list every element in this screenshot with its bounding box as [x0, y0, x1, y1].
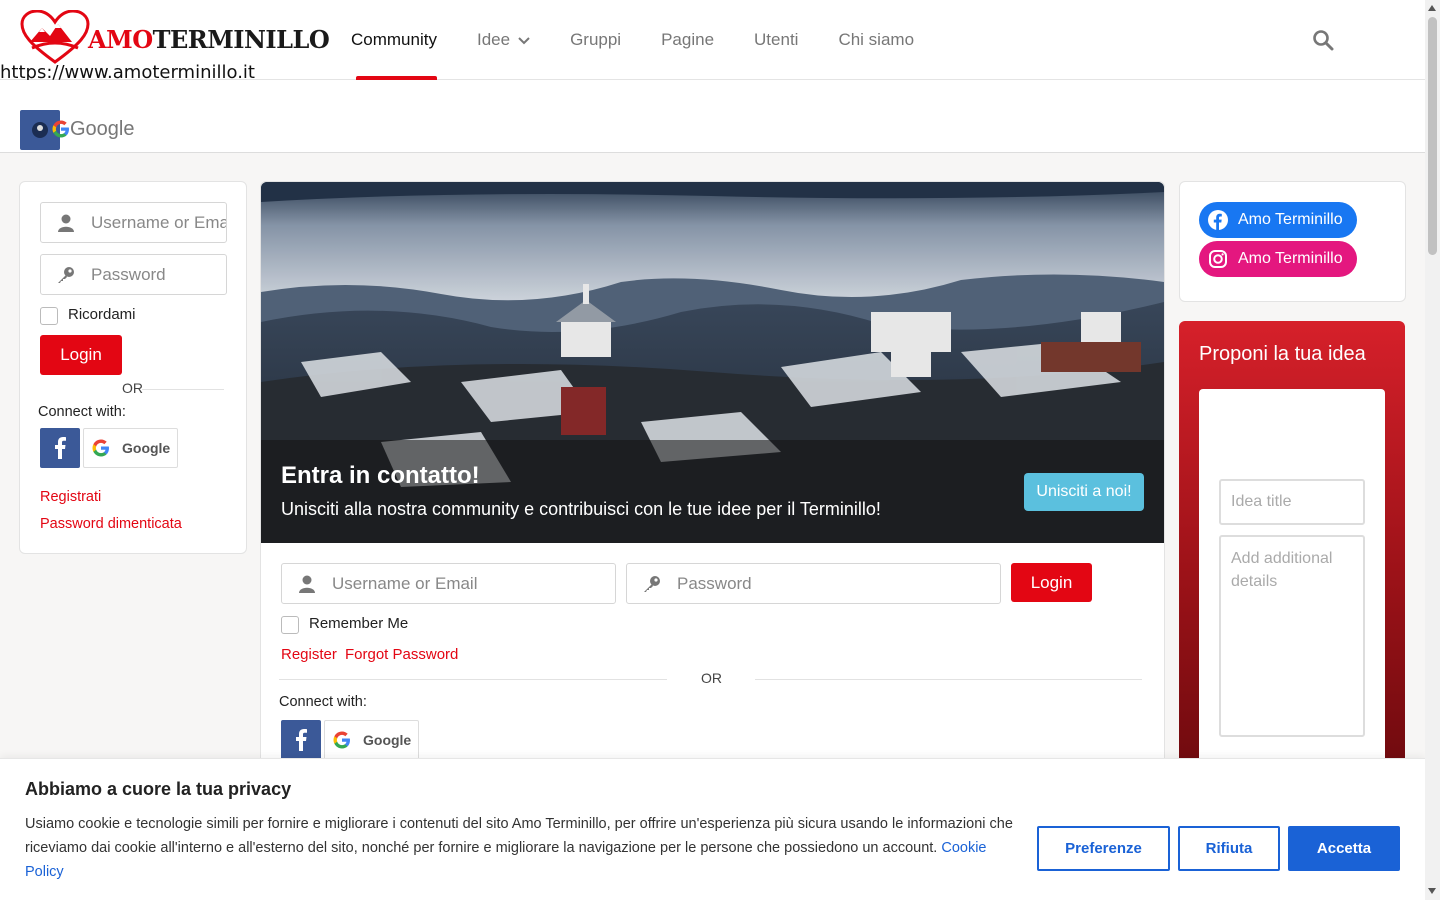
social-links-card: Amo Terminillo Amo Terminillo	[1179, 181, 1406, 302]
idea-title-input[interactable]: Idea title	[1219, 479, 1365, 525]
google-label[interactable]: Google	[70, 118, 135, 141]
facebook-icon	[1208, 210, 1228, 230]
nav-label: Pagine	[661, 30, 715, 49]
user-icon	[41, 214, 91, 232]
forgot-password-link[interactable]: Forgot Password	[345, 646, 458, 663]
hero-title: Entra in contatto!	[281, 462, 480, 489]
nav-item-chi-siamo[interactable]: Chi siamo	[818, 0, 934, 80]
nav-label: Chi siamo	[838, 30, 915, 49]
sidebar-remember-checkbox[interactable]	[40, 307, 58, 325]
connect-with-label: Connect with:	[279, 694, 367, 710]
logo-wordmark: AMOTERMINILLO	[88, 25, 330, 54]
google-icon	[92, 439, 109, 457]
user-icon	[282, 575, 332, 593]
nav-label: Idee	[476, 30, 511, 49]
chevron-down-icon	[518, 37, 530, 45]
page-scrollbar[interactable]	[1425, 0, 1440, 900]
main-username-input[interactable]	[332, 573, 615, 594]
register-link[interactable]: Register	[281, 646, 337, 663]
sidebar-password-input[interactable]	[91, 264, 226, 285]
main-login-button[interactable]: Login	[1011, 563, 1092, 602]
sidebar-username-input[interactable]	[91, 212, 226, 233]
forgot-password-link[interactable]: Password dimenticata	[40, 516, 182, 532]
search-icon[interactable]	[1312, 29, 1334, 51]
scroll-down-arrow-icon[interactable]	[1428, 888, 1436, 894]
divider	[142, 389, 224, 390]
key-icon	[41, 266, 91, 284]
idea-form: Idea title Add additional details	[1199, 389, 1385, 789]
sidebar-login-button[interactable]: Login	[40, 335, 122, 375]
divider	[755, 679, 1142, 680]
hero-subtitle: Unisciti alla nostra community e contrib…	[281, 499, 881, 519]
join-us-button[interactable]: Unisciti a noi!	[1024, 473, 1144, 511]
cookie-text: Usiamo cookie e tecnologie simili per fo…	[25, 812, 1025, 884]
nav-item-pagine[interactable]: Pagine	[641, 0, 734, 80]
connect-with-label: Connect with:	[38, 404, 126, 420]
google-icon	[52, 120, 69, 138]
or-label: OR	[122, 380, 143, 396]
nav-item-utenti[interactable]: Utenti	[734, 0, 818, 80]
key-icon	[627, 575, 677, 593]
cookie-title: Abbiamo a cuore la tua privacy	[25, 779, 292, 799]
instagram-page-label: Amo Terminillo	[1238, 250, 1343, 267]
facebook-page-label: Amo Terminillo	[1238, 211, 1343, 228]
remember-me-label[interactable]: Remember Me	[309, 615, 408, 632]
sidebar-login-card: Ricordami Login OR Connect with: Google …	[19, 181, 247, 554]
nav-item-gruppi[interactable]: Gruppi	[550, 0, 641, 80]
social-login-bar: Google	[0, 80, 1425, 153]
site-logo[interactable]: AMOTERMINILLO	[18, 8, 330, 70]
scrollbar-thumb[interactable]	[1428, 17, 1437, 255]
google-login-button[interactable]: Google	[83, 428, 178, 468]
main-username-field[interactable]	[281, 563, 616, 604]
google-icon	[333, 731, 350, 749]
google-label: Google	[363, 732, 412, 748]
register-link[interactable]: Registrati	[40, 489, 101, 505]
accept-button[interactable]: Accetta	[1288, 826, 1400, 871]
nav-label: Utenti	[754, 30, 799, 49]
instagram-icon	[1209, 250, 1227, 268]
cookie-description: Usiamo cookie e tecnologie simili per fo…	[25, 816, 1013, 856]
instagram-page-link[interactable]: Amo Terminillo	[1199, 241, 1357, 277]
cookie-consent-banner: Abbiamo a cuore la tua privacy Usiamo co…	[0, 758, 1425, 900]
main-password-input[interactable]	[677, 573, 1000, 594]
idea-details-textarea[interactable]: Add additional details	[1219, 535, 1365, 737]
sidebar-username-field[interactable]	[40, 202, 227, 243]
scroll-up-arrow-icon[interactable]	[1428, 5, 1436, 11]
main-nav: Community Idee Gruppi Pagine Utenti Chi …	[331, 0, 934, 80]
main-password-field[interactable]	[626, 563, 1001, 604]
propose-idea-title: Proponi la tua idea	[1199, 343, 1366, 365]
facebook-login-button[interactable]	[40, 428, 80, 468]
facebook-page-link[interactable]: Amo Terminillo	[1199, 202, 1357, 238]
nav-label: Community	[351, 30, 437, 49]
remember-me-checkbox[interactable]	[281, 616, 299, 634]
nav-item-community[interactable]: Community	[331, 0, 457, 80]
sidebar-password-field[interactable]	[40, 254, 227, 295]
sidebar-remember-label[interactable]: Ricordami	[68, 306, 136, 323]
propose-idea-card: Proponi la tua idea Idea title Add addit…	[1179, 321, 1405, 789]
or-label: OR	[701, 670, 722, 686]
facebook-icon	[296, 729, 307, 751]
preferences-button[interactable]: Preferenze	[1037, 826, 1170, 871]
facebook-login-button[interactable]	[281, 720, 321, 760]
divider	[279, 679, 667, 680]
nav-item-idee[interactable]: Idee	[457, 0, 550, 80]
hero-banner: Entra in contatto! Unisciti alla nostra …	[261, 182, 1164, 543]
reject-button[interactable]: Rifiuta	[1178, 826, 1280, 871]
google-label: Google	[122, 440, 171, 456]
facebook-icon	[55, 437, 66, 459]
google-login-button[interactable]: Google	[324, 720, 419, 760]
heart-mountain-logo-icon	[20, 10, 90, 64]
nav-label: Gruppi	[570, 30, 622, 49]
site-header: AMOTERMINILLO https://www.amoterminillo.…	[0, 0, 1425, 83]
